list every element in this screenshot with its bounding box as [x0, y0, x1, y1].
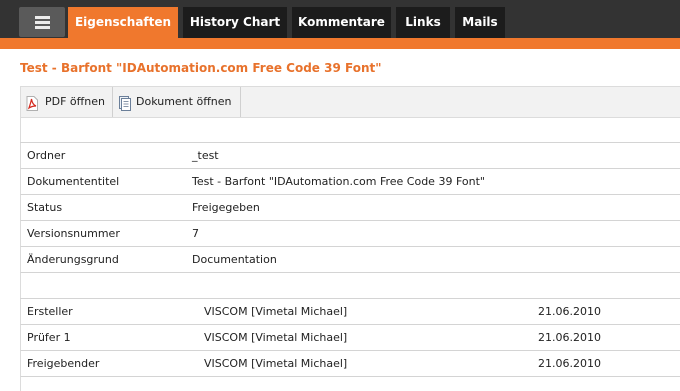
- signature-date: 21.06.2010: [538, 357, 601, 370]
- property-value: Freigegeben: [192, 201, 260, 214]
- signature-role: Prüfer 1: [27, 331, 71, 344]
- property-row-status: Status Freigegeben: [20, 195, 680, 221]
- signature-person: VISCOM [Vimetal Michael]: [204, 305, 348, 318]
- property-row-aenderungsgrund: Änderungsgrund Documentation: [20, 247, 680, 273]
- hamburger-menu-button[interactable]: [19, 7, 65, 37]
- tab-kommentare[interactable]: Kommentare: [292, 7, 391, 38]
- property-label: Ordner: [27, 149, 66, 162]
- hamburger-menu-icon-line: [35, 26, 50, 29]
- property-row-ordner: Ordner _test: [20, 143, 680, 169]
- top-navigation-bar: Eigenschaften History Chart Kommentare L…: [0, 0, 680, 38]
- signature-date: 21.06.2010: [538, 305, 601, 318]
- hamburger-menu-icon: [35, 16, 50, 19]
- property-label: Änderungsgrund: [27, 253, 119, 266]
- open-document-button[interactable]: Dokument öffnen: [113, 87, 241, 117]
- signature-role: Freigebender: [27, 357, 100, 370]
- property-label: Versionsnummer: [27, 227, 120, 240]
- pdf-icon: [26, 93, 38, 111]
- signature-row-pruefer: Prüfer 1 VISCOM [Vimetal Michael] 21.06.…: [20, 325, 680, 351]
- open-pdf-label: PDF öffnen: [45, 95, 105, 108]
- property-label: Status: [27, 201, 63, 214]
- open-document-label: Dokument öffnen: [136, 95, 232, 108]
- tab-history-chart[interactable]: History Chart: [183, 7, 287, 38]
- document-toolbar: PDF öffnen Dokument öffnen: [20, 86, 680, 118]
- signature-date: 21.06.2010: [538, 331, 601, 344]
- tab-mails[interactable]: Mails: [455, 7, 505, 38]
- open-pdf-button[interactable]: PDF öffnen: [21, 87, 113, 117]
- property-row-dokumententitel: Dokumententitel Test - Barfont "IDAutoma…: [20, 169, 680, 195]
- property-label: Dokumententitel: [27, 175, 120, 188]
- document-icon: [119, 93, 131, 111]
- property-value: Test - Barfont "IDAutomation.com Free Co…: [192, 175, 485, 188]
- signature-role: Ersteller: [27, 305, 73, 318]
- tab-eigenschaften[interactable]: Eigenschaften: [68, 7, 178, 38]
- signature-row-ersteller: Ersteller VISCOM [Vimetal Michael] 21.06…: [20, 299, 680, 325]
- property-value: 7: [192, 227, 199, 240]
- page-title: Test - Barfont "IDAutomation.com Free Co…: [20, 61, 382, 75]
- tab-links[interactable]: Links: [396, 7, 450, 38]
- signature-person: VISCOM [Vimetal Michael]: [204, 331, 348, 344]
- accent-strip: [0, 38, 680, 49]
- signature-row-freigebender: Freigebender VISCOM [Vimetal Michael] 21…: [20, 351, 680, 377]
- property-row-versionsnummer: Versionsnummer 7: [20, 221, 680, 247]
- property-value: Documentation: [192, 253, 277, 266]
- hamburger-menu-icon-line: [35, 21, 50, 24]
- property-value: _test: [192, 149, 219, 162]
- signature-person: VISCOM [Vimetal Michael]: [204, 357, 348, 370]
